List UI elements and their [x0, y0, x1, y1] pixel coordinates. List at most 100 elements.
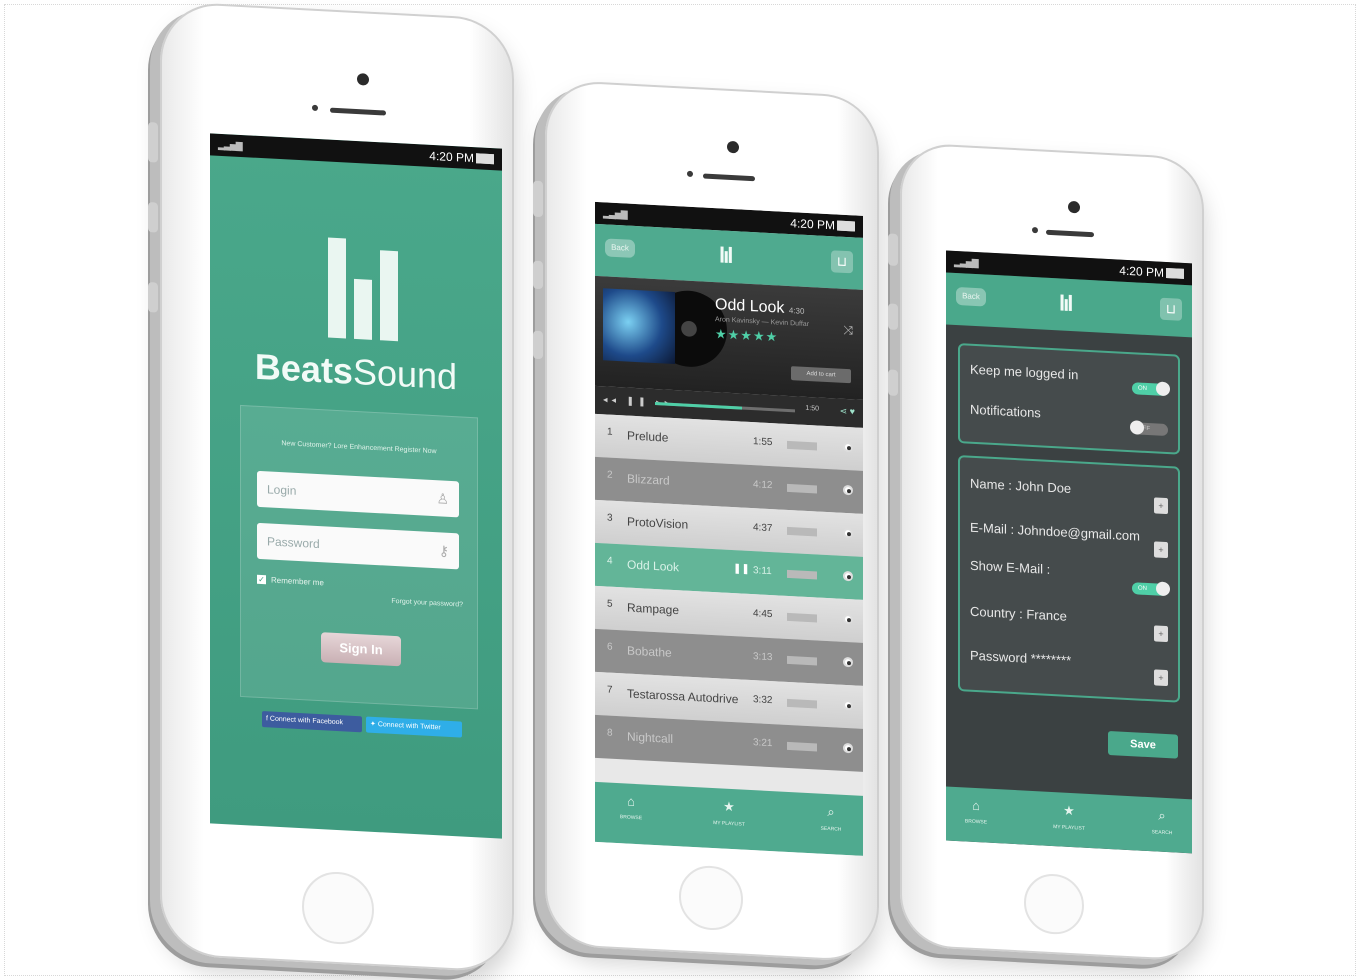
tab-browse[interactable]: ⌂ BROWSE: [601, 792, 661, 822]
mute-switch: [888, 233, 898, 266]
battery-icon: [1166, 267, 1184, 279]
star-icon: ★: [723, 798, 735, 815]
track-select-radio[interactable]: [843, 527, 853, 539]
track-select-radio[interactable]: [843, 570, 853, 582]
now-playing-title: Odd Look 4:30: [715, 296, 805, 317]
track-volume-bar[interactable]: [787, 655, 817, 666]
app-logo-icon: lıl: [1059, 290, 1072, 317]
key-icon: ⚷: [438, 542, 449, 559]
phone-player: ▂▃▅▇ 4:20 PM Back lıl ⊔ Odd Look 4:30 Ar…: [533, 79, 879, 963]
volume-up-button: [888, 303, 898, 330]
track-volume-bar[interactable]: [787, 440, 817, 451]
signal-icon: ▂▃▅▇: [218, 139, 242, 152]
front-camera: [357, 73, 369, 86]
volume-up-button: [533, 260, 543, 290]
track-name: Nightcall: [627, 729, 674, 746]
track-number: 5: [607, 598, 613, 610]
track-number: 7: [607, 684, 613, 696]
add-to-cart-button[interactable]: Add to cart: [791, 366, 851, 384]
track-number: 2: [607, 469, 613, 481]
brand-name: BeatsSound: [254, 345, 458, 398]
track-name: Prelude: [627, 428, 669, 445]
edit-country-icon[interactable]: +: [1154, 625, 1168, 643]
track-volume-bar[interactable]: [787, 526, 817, 537]
track-select-radio[interactable]: [843, 441, 853, 453]
track-select-radio[interactable]: [843, 484, 853, 496]
front-camera: [1068, 200, 1080, 214]
volume-down-button: [148, 282, 158, 313]
tab-browse[interactable]: ⌂ BROWSE: [946, 796, 1006, 826]
track-volume-bar[interactable]: [787, 741, 817, 752]
battery-icon: [837, 220, 855, 232]
back-button[interactable]: Back: [605, 238, 635, 258]
show-email-toggle[interactable]: ON: [1132, 582, 1168, 597]
save-button[interactable]: Save: [1108, 730, 1178, 759]
forgot-password-link[interactable]: Forgot your password?: [391, 598, 463, 609]
tab-bar: ⌂ BROWSE ★ MY PLAYLIST ⌕ SEARCH: [946, 786, 1192, 854]
track-select-radio[interactable]: [843, 613, 853, 625]
now-playing-panel: Odd Look 4:30 Aron Kavinsky — Kevin Duff…: [595, 275, 863, 400]
connect-twitter-button[interactable]: ✦ Connect with Twitter: [366, 716, 462, 738]
signal-icon: ▂▃▅▇: [603, 208, 627, 220]
shuffle-icon[interactable]: ⤨: [843, 323, 853, 339]
remember-me-checkbox[interactable]: ✓ Remember me: [257, 575, 324, 588]
password-field[interactable]: Password ⚷: [257, 522, 459, 570]
keep-logged-label: Keep me logged in: [970, 361, 1079, 383]
back-button[interactable]: Back: [956, 286, 986, 307]
search-icon: ⌕: [827, 804, 835, 820]
checkmark-icon: ✓: [257, 575, 266, 585]
track-volume-bar[interactable]: [787, 698, 817, 709]
track-duration: 3:32: [753, 694, 773, 707]
progress-bar[interactable]: [655, 402, 795, 413]
country-value: Country : France: [970, 603, 1067, 624]
cart-icon[interactable]: ⊔: [831, 250, 853, 274]
proximity-sensor: [312, 104, 318, 112]
password-placeholder: Password: [267, 534, 320, 552]
track-duration: 4:45: [753, 608, 773, 621]
tab-my-playlist[interactable]: ★ MY PLAYLIST: [1039, 801, 1099, 832]
register-note[interactable]: New Customer? Lore Enhancement Register …: [241, 438, 477, 457]
edit-email-icon[interactable]: +: [1154, 541, 1168, 559]
track-select-radio[interactable]: [843, 656, 853, 668]
facebook-label: Connect with Facebook: [269, 715, 344, 727]
browse-icon: ⌂: [627, 793, 635, 809]
track-select-radio[interactable]: [843, 699, 853, 711]
remember-label: Remember me: [271, 575, 324, 588]
track-number: 6: [607, 641, 613, 653]
keep-logged-toggle[interactable]: ON: [1132, 382, 1168, 397]
track-volume-bar[interactable]: [787, 612, 817, 623]
tab-search[interactable]: ⌕ SEARCH: [1132, 806, 1192, 837]
track-number: 8: [607, 727, 613, 739]
cart-icon[interactable]: ⊔: [1160, 297, 1182, 321]
notifications-toggle[interactable]: OFF: [1132, 422, 1168, 437]
status-time: 4:20 PM: [429, 148, 474, 166]
tab-my-playlist[interactable]: ★ MY PLAYLIST: [699, 797, 759, 828]
battery-icon: [476, 153, 494, 165]
share-icon[interactable]: ⋖ ♥: [840, 406, 855, 418]
home-button: [302, 870, 374, 946]
earpiece-speaker: [330, 107, 386, 116]
home-button: [679, 864, 743, 932]
twitter-icon: ✦: [370, 720, 376, 729]
edit-password-icon[interactable]: +: [1154, 669, 1168, 687]
name-value: Name : John Doe: [970, 475, 1072, 497]
mute-switch: [533, 180, 543, 218]
app-logo-icon: [328, 228, 398, 342]
connect-facebook-button[interactable]: f Connect with Facebook: [262, 711, 362, 733]
player-screen: ▂▃▅▇ 4:20 PM Back lıl ⊔ Odd Look 4:30 Ar…: [595, 201, 863, 856]
tab-search-label: SEARCH: [820, 825, 842, 833]
tab-search[interactable]: ⌕ SEARCH: [801, 803, 861, 834]
show-email-label: Show E-Mail :: [970, 557, 1051, 577]
now-playing-duration: 4:30: [788, 306, 805, 316]
status-time: 4:20 PM: [1119, 263, 1164, 280]
login-field[interactable]: Login ♙: [257, 470, 459, 518]
track-volume-bar[interactable]: [787, 483, 817, 494]
home-button: [1024, 872, 1084, 936]
track-volume-bar[interactable]: [787, 569, 817, 580]
user-icon: ♙: [436, 490, 449, 507]
pause-icon[interactable]: ❚❚: [733, 563, 750, 575]
edit-name-icon[interactable]: +: [1154, 497, 1168, 515]
track-select-radio[interactable]: [843, 742, 853, 754]
sign-in-button[interactable]: Sign In: [321, 632, 401, 667]
rating-stars[interactable]: ★★★★★: [715, 326, 778, 345]
